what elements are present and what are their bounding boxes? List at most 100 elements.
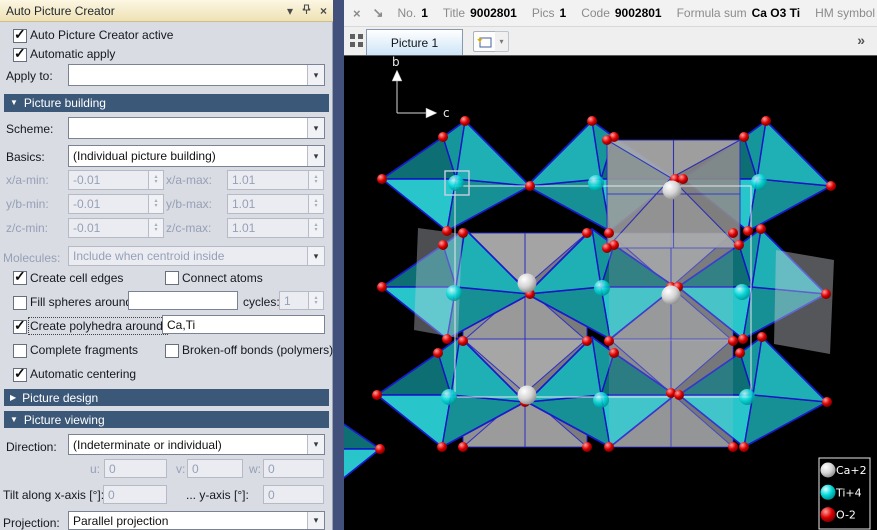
oxygen-atom[interactable] bbox=[602, 135, 612, 145]
oxygen-atom[interactable] bbox=[442, 334, 452, 344]
oxygen-atom[interactable] bbox=[375, 444, 385, 454]
close-record-icon[interactable]: × bbox=[353, 6, 361, 21]
oxygen-atom[interactable] bbox=[821, 289, 831, 299]
oxygen-atom[interactable] bbox=[582, 336, 592, 346]
direction-label: Direction: bbox=[6, 440, 57, 454]
crystal-structure-canvas[interactable]: bcCa+2Ti+4O-2 bbox=[344, 56, 877, 530]
oxygen-atom[interactable] bbox=[604, 228, 614, 238]
oxygen-atom[interactable] bbox=[761, 116, 771, 126]
zc-max-input: 1.01 ▴▾ bbox=[227, 218, 324, 238]
oxygen-atom[interactable] bbox=[604, 336, 614, 346]
oxygen-atom[interactable] bbox=[458, 228, 468, 238]
overflow-chevron-icon[interactable]: » bbox=[857, 32, 865, 48]
panel-splitter[interactable] bbox=[333, 0, 344, 530]
polyhedra-checkbox[interactable] bbox=[13, 320, 27, 334]
chevron-down-icon[interactable]: ▾ bbox=[307, 512, 324, 529]
titanium-atom[interactable] bbox=[593, 392, 609, 408]
titanium-atom[interactable] bbox=[448, 175, 464, 191]
connect-atoms-checkbox[interactable] bbox=[165, 271, 179, 285]
basics-combobox[interactable]: (Individual picture building) ▾ bbox=[68, 145, 325, 167]
new-picture-button[interactable]: ✦ bbox=[473, 31, 496, 52]
oxygen-atom[interactable] bbox=[377, 282, 387, 292]
oxygen-atom[interactable] bbox=[458, 336, 468, 346]
panel-menu-icon[interactable]: ▾ bbox=[287, 5, 293, 17]
oxygen-atom[interactable] bbox=[582, 228, 592, 238]
titanium-atom[interactable] bbox=[594, 280, 610, 296]
complete-fragments-checkbox[interactable] bbox=[13, 344, 27, 358]
section-picture-building[interactable]: ▼ Picture building bbox=[4, 94, 329, 112]
titanium-atom[interactable] bbox=[588, 175, 604, 191]
oxygen-atom[interactable] bbox=[734, 240, 744, 250]
oxygen-atom[interactable] bbox=[728, 336, 738, 346]
titanium-atom[interactable] bbox=[734, 284, 750, 300]
oxygen-atom[interactable] bbox=[757, 332, 767, 342]
oxygen-atom[interactable] bbox=[822, 397, 832, 407]
section-picture-design[interactable]: ▶ Picture design bbox=[4, 389, 329, 406]
oxygen-atom[interactable] bbox=[377, 174, 387, 184]
oxygen-atom[interactable] bbox=[582, 442, 592, 452]
xa-min-input: -0.01 ▴▾ bbox=[68, 170, 164, 190]
titanium-atom[interactable] bbox=[751, 174, 767, 190]
polyhedra-input[interactable]: Ca,Ti bbox=[162, 315, 325, 334]
oxygen-atom[interactable] bbox=[438, 132, 448, 142]
fill-spheres-checkbox[interactable] bbox=[13, 296, 27, 310]
chevron-down-icon[interactable]: ▾ bbox=[307, 65, 324, 85]
new-picture-dropdown[interactable]: ▾ bbox=[495, 31, 509, 52]
automatic-apply-checkbox[interactable] bbox=[13, 48, 27, 62]
apply-to-combobox[interactable]: ▾ bbox=[68, 64, 325, 86]
tab-grid-icon[interactable] bbox=[350, 34, 363, 50]
oxygen-atom[interactable] bbox=[756, 224, 766, 234]
tilt-x-input: 0 bbox=[103, 485, 167, 504]
titanium-atom[interactable] bbox=[739, 389, 755, 405]
broken-bonds-checkbox[interactable] bbox=[165, 344, 179, 358]
chevron-down-icon[interactable]: ▾ bbox=[307, 118, 324, 138]
auto-centering-checkbox[interactable] bbox=[13, 368, 27, 382]
scheme-combobox[interactable]: ▾ bbox=[68, 117, 325, 139]
direction-combobox[interactable]: (Indeterminate or individual) ▾ bbox=[68, 434, 325, 455]
oxygen-atom[interactable] bbox=[604, 442, 614, 452]
oxygen-atom[interactable] bbox=[674, 390, 684, 400]
calcium-atom[interactable] bbox=[518, 274, 537, 293]
oxygen-atom[interactable] bbox=[739, 132, 749, 142]
goto-last-icon[interactable]: ↘ bbox=[373, 5, 384, 21]
calcium-atom[interactable] bbox=[662, 286, 681, 305]
oxygen-atom[interactable] bbox=[739, 442, 749, 452]
projection-combobox[interactable]: Parallel projection ▾ bbox=[68, 511, 325, 530]
oxygen-atom[interactable] bbox=[602, 243, 612, 253]
titanium-atom[interactable] bbox=[441, 389, 457, 405]
oxygen-atom[interactable] bbox=[438, 240, 448, 250]
oxygen-atom[interactable] bbox=[738, 334, 748, 344]
chevron-down-icon[interactable]: ▾ bbox=[307, 435, 324, 454]
axis-c-label: c bbox=[443, 106, 450, 120]
oxygen-atom[interactable] bbox=[735, 348, 745, 358]
oxygen-atom[interactable] bbox=[437, 442, 447, 452]
oxygen-atom[interactable] bbox=[525, 181, 535, 191]
svg-text:✦: ✦ bbox=[476, 35, 484, 45]
oxygen-atom[interactable] bbox=[442, 226, 452, 236]
chevron-down-icon[interactable]: ▾ bbox=[307, 146, 324, 166]
titanium-atom[interactable] bbox=[446, 285, 462, 301]
oxygen-atom[interactable] bbox=[460, 116, 470, 126]
oxygen-atom[interactable] bbox=[372, 390, 382, 400]
oxygen-atom[interactable] bbox=[826, 181, 836, 191]
section-picture-viewing[interactable]: ▼ Picture viewing bbox=[4, 411, 329, 428]
oxygen-atom[interactable] bbox=[458, 442, 468, 452]
auto-centering-label: Automatic centering bbox=[30, 367, 136, 381]
calcium-atom[interactable] bbox=[518, 386, 537, 405]
oxygen-atom[interactable] bbox=[587, 116, 597, 126]
calcium-atom[interactable] bbox=[663, 181, 682, 200]
structure-viewport[interactable]: bcCa+2Ti+4O-2 bbox=[344, 56, 877, 530]
pin-icon[interactable] bbox=[302, 4, 311, 17]
oxygen-atom[interactable] bbox=[728, 228, 738, 238]
close-icon[interactable]: × bbox=[320, 5, 327, 17]
tab-picture-1[interactable]: Picture 1 bbox=[366, 29, 463, 55]
oxygen-atom[interactable] bbox=[743, 226, 753, 236]
fill-spheres-input[interactable] bbox=[128, 291, 238, 310]
tilt-y-label: ... y-axis [°]: bbox=[186, 488, 249, 502]
oxygen-atom[interactable] bbox=[728, 442, 738, 452]
auto-active-checkbox[interactable] bbox=[13, 29, 27, 43]
cell-edges-checkbox[interactable] bbox=[13, 271, 27, 285]
oxygen-atom[interactable] bbox=[433, 348, 443, 358]
oxygen-atom[interactable] bbox=[609, 348, 619, 358]
oxygen-atom[interactable] bbox=[678, 174, 688, 184]
